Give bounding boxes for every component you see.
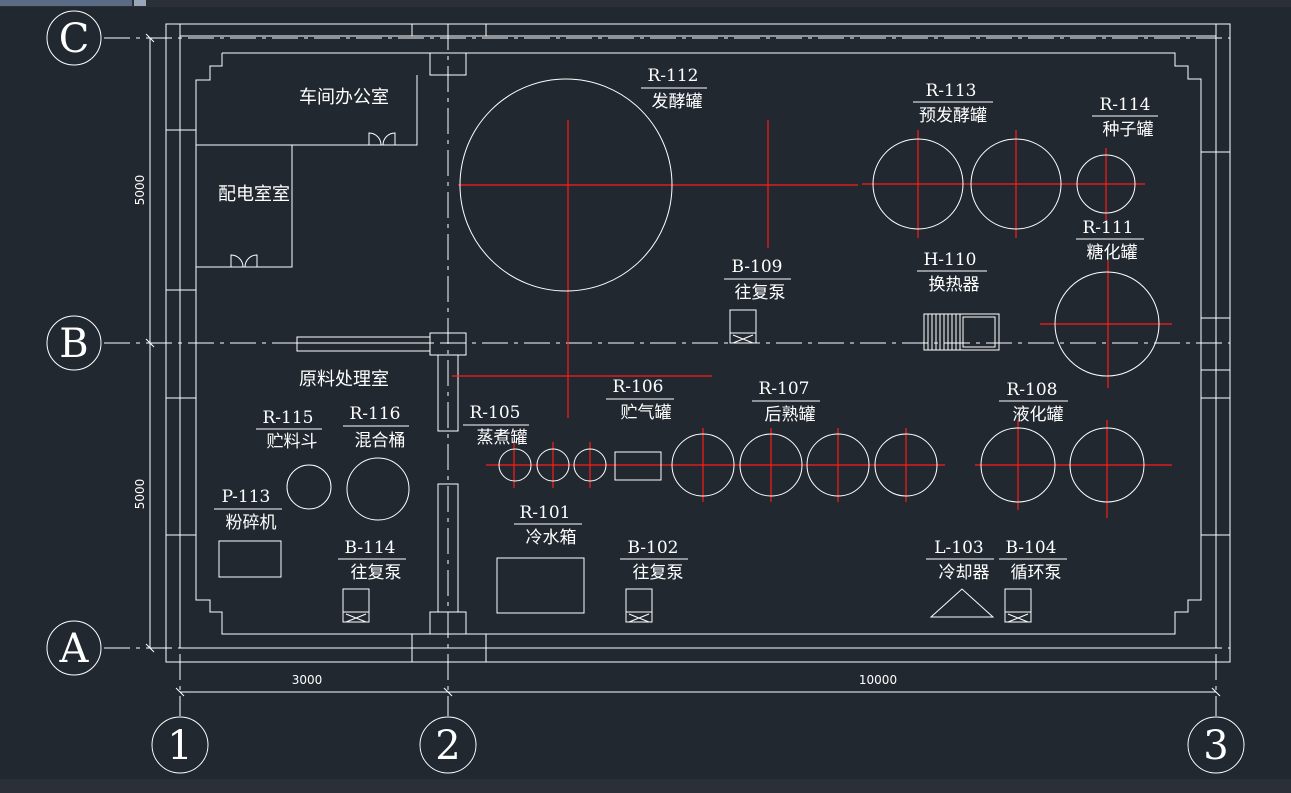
svg-text:预发酵罐: 预发酵罐: [919, 106, 987, 126]
dim-bottom-left: 3000: [292, 673, 323, 687]
svg-text:R-106: R-106: [613, 377, 664, 397]
label-h110: H-110 换热器: [917, 250, 987, 295]
svg-text:B-109: B-109: [732, 257, 783, 277]
svg-text:后熟罐: 后熟罐: [765, 404, 816, 425]
dim-left-lower: 5000: [133, 479, 147, 510]
label-l103: L-103 冷却器: [926, 538, 994, 583]
label-b109: B-109 往复泵: [724, 257, 791, 303]
svg-text:往复泵: 往复泵: [633, 563, 684, 583]
svg-text:发酵罐: 发酵罐: [652, 92, 703, 112]
hopper-r115[interactable]: [286, 464, 332, 510]
label-r111: R-111 糖化罐: [1076, 218, 1144, 263]
svg-text:换热器: 换热器: [929, 275, 980, 295]
dimension-lines: [145, 33, 1221, 697]
raw-wall: [296, 336, 431, 352]
svg-text:粉碎机: 粉碎机: [226, 513, 277, 533]
axis-bubble-1[interactable]: 1: [151, 716, 209, 774]
svg-text:糖化罐: 糖化罐: [1087, 243, 1138, 263]
label-r106: R-106 贮气罐: [606, 377, 674, 423]
svg-text:R-105: R-105: [470, 403, 521, 423]
svg-text:贮气罐: 贮气罐: [621, 403, 672, 423]
svg-text:P-113: P-113: [222, 487, 271, 507]
office-door: [368, 132, 396, 146]
svg-text:R-116: R-116: [350, 404, 401, 424]
svg-text:混合桶: 混合桶: [355, 431, 406, 451]
crusher-p113[interactable]: [218, 540, 282, 578]
svg-text:R-112: R-112: [648, 66, 699, 86]
svg-text:循环泵: 循环泵: [1011, 563, 1062, 583]
pump-b109[interactable]: [729, 309, 757, 344]
svg-text:C: C: [59, 16, 90, 62]
label-r112: R-112 发酵罐: [641, 66, 707, 112]
power-door: [230, 254, 258, 268]
svg-text:R-115: R-115: [263, 408, 314, 428]
heat-exchanger-h110[interactable]: [923, 313, 1000, 351]
svg-text:R-107: R-107: [759, 379, 810, 399]
room-power-label: 配电室室: [218, 184, 290, 205]
svg-text:1: 1: [167, 723, 192, 769]
svg-text:贮料斗: 贮料斗: [267, 432, 318, 452]
svg-text:B-104: B-104: [1006, 538, 1057, 558]
centerlines: [452, 120, 1172, 518]
cooler-l103[interactable]: [929, 588, 995, 618]
svg-text:H-110: H-110: [923, 250, 976, 270]
svg-text:蒸煮罐: 蒸煮罐: [477, 428, 528, 448]
svg-text:B-114: B-114: [345, 538, 396, 558]
axis-bubble-3[interactable]: 3: [1187, 716, 1245, 774]
label-b102: B-102 往复泵: [620, 538, 688, 583]
pump-b104[interactable]: [1004, 588, 1032, 623]
svg-text:液化罐: 液化罐: [1013, 405, 1064, 425]
label-r114: R-114 种子罐: [1092, 95, 1158, 140]
label-r107: R-107 后熟罐: [752, 379, 820, 425]
cad-drawing[interactable]: 5000 5000 3000 10000 C B A 1 2 3 车间办公室 配…: [0, 0, 1291, 793]
svg-text:冷却器: 冷却器: [939, 563, 990, 583]
tank-r101[interactable]: [496, 557, 585, 614]
pump-b102[interactable]: [625, 588, 653, 623]
svg-text:L-103: L-103: [934, 538, 983, 558]
label-r116: R-116 混合桶: [343, 404, 409, 451]
svg-text:R-101: R-101: [520, 503, 571, 523]
svg-text:B: B: [59, 321, 88, 367]
wall-outer: [179, 35, 1217, 649]
axis-bubble-a[interactable]: A: [46, 620, 102, 676]
axis-bubble-c[interactable]: C: [46, 10, 102, 66]
mixer-r116[interactable]: [346, 457, 410, 521]
label-r108: R-108 液化罐: [999, 380, 1068, 425]
label-b104: B-104 循环泵: [999, 538, 1067, 583]
label-p113: P-113 粉碎机: [214, 487, 282, 533]
svg-text:R-111: R-111: [1083, 218, 1134, 238]
label-b114: B-114 往复泵: [338, 538, 406, 583]
svg-text:R-114: R-114: [1100, 95, 1151, 115]
label-r105: R-105 蒸煮罐: [463, 403, 529, 448]
svg-text:冷水箱: 冷水箱: [526, 528, 577, 548]
svg-text:B-102: B-102: [628, 538, 679, 558]
svg-text:R-108: R-108: [1007, 380, 1058, 400]
axis-bubble-b[interactable]: B: [46, 315, 102, 371]
svg-text:种子罐: 种子罐: [1103, 120, 1154, 140]
svg-text:A: A: [59, 626, 90, 672]
label-r113: R-113 预发酵罐: [913, 81, 993, 126]
dim-bottom-right: 10000: [859, 673, 897, 687]
label-r101: R-101 冷水箱: [514, 503, 582, 548]
room-raw-label: 原料处理室: [299, 369, 389, 390]
svg-text:R-113: R-113: [926, 81, 977, 101]
svg-text:3: 3: [1203, 723, 1228, 769]
tank-r106[interactable]: [614, 451, 662, 481]
axis-bubble-2[interactable]: 2: [419, 716, 477, 774]
dim-left-upper: 5000: [133, 175, 147, 206]
room-office-label: 车间办公室: [299, 87, 389, 108]
label-r115: R-115 贮料斗: [256, 408, 322, 452]
svg-text:2: 2: [435, 723, 460, 769]
svg-text:往复泵: 往复泵: [351, 563, 402, 583]
pump-b114[interactable]: [342, 588, 370, 623]
svg-text:往复泵: 往复泵: [735, 283, 786, 303]
